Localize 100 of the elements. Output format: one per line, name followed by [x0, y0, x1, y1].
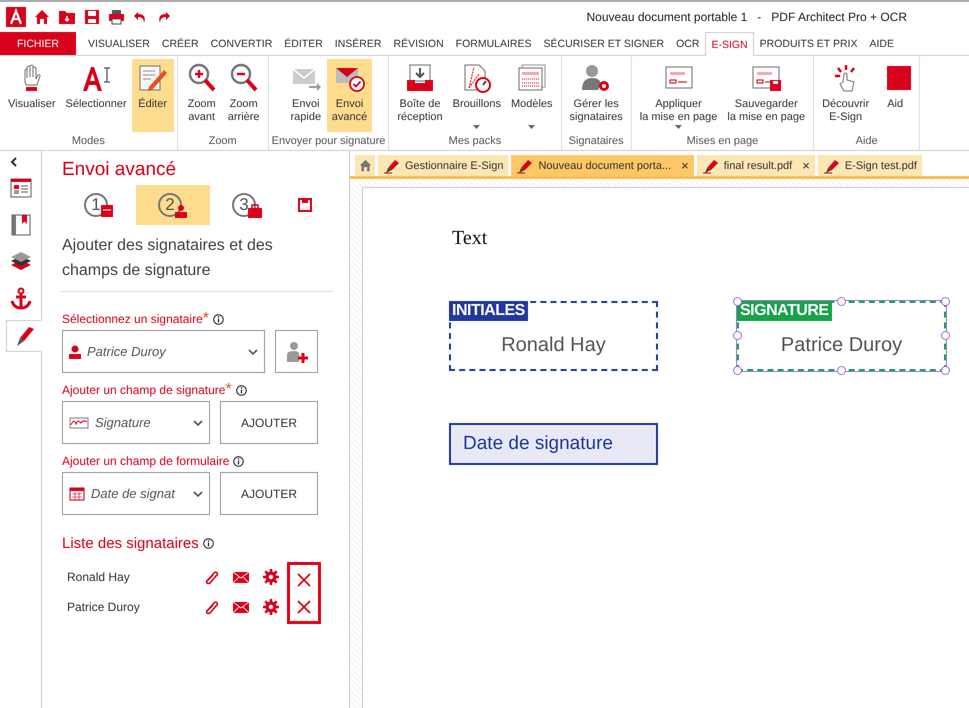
ribbon-group-label: Mes packs — [448, 134, 502, 149]
add-button[interactable]: AJOUTER — [220, 472, 318, 515]
ribbon-button[interactable]: Visualiser — [3, 59, 60, 132]
ribbon-button[interactable]: Sauvegarder la mise en page — [722, 59, 810, 132]
close-icon[interactable] — [297, 600, 311, 614]
menu-tab[interactable]: FICHIER — [0, 32, 76, 55]
ribbon-button[interactable]: Envoi rapide — [284, 59, 327, 132]
placed-field[interactable]: INITIALES Ronald Hay — [449, 301, 658, 371]
menu-tab[interactable]: INSÉRER — [328, 32, 388, 55]
ribbon-group-label: Mises en page — [686, 134, 758, 149]
info-icon[interactable] — [233, 456, 244, 466]
required-mark: * — [225, 383, 232, 397]
home-icon — [358, 159, 372, 172]
menu-tab[interactable]: PRODUITS ET PRIX — [754, 32, 864, 55]
pages-icon — [8, 176, 32, 200]
ribbon-button[interactable]: Aid — [874, 59, 916, 132]
mail-icon[interactable] — [233, 572, 249, 582]
resize-handle[interactable] — [733, 366, 742, 375]
resize-handle[interactable] — [733, 331, 742, 340]
resize-handle[interactable] — [941, 331, 950, 340]
panel-title: Envoi avancé — [62, 159, 178, 181]
menu-tab[interactable]: VISUALISER — [82, 32, 156, 55]
ribbon-button[interactable]: Boîte de réception — [392, 59, 448, 132]
info-icon[interactable] — [202, 538, 214, 549]
collapse-icon[interactable] — [10, 157, 18, 167]
settings-icon[interactable] — [263, 599, 279, 615]
menu-tab[interactable]: RÉVISION — [387, 32, 450, 55]
close-tab-button[interactable]: × — [681, 158, 689, 173]
chevron-down-icon — [193, 490, 203, 496]
mail-icon[interactable] — [233, 602, 249, 612]
ribbon-group-label: Signataires — [568, 134, 624, 149]
resize-handle[interactable] — [836, 297, 846, 306]
save-icon[interactable] — [298, 198, 312, 212]
dropdown-field[interactable]: Patrice Duroy — [62, 330, 265, 373]
menu-tab[interactable]: ÉDITER — [278, 32, 329, 55]
menu-tab[interactable]: OCR — [670, 32, 706, 55]
dropdown-field[interactable]: Signature — [62, 401, 210, 444]
add-signer-button[interactable] — [275, 330, 318, 373]
pen-icon — [702, 158, 720, 174]
document-tab[interactable]: Nouveau document porta... × — [511, 155, 694, 176]
ribbon-button[interactable]: Éditer — [132, 59, 174, 132]
info-icon[interactable] — [236, 384, 247, 396]
step-button[interactable]: 2 — [136, 185, 210, 225]
resize-handle[interactable] — [941, 366, 950, 375]
step-button[interactable]: 3 — [210, 185, 284, 225]
ribbon-group-label: Aide — [856, 134, 878, 149]
document-icon — [100, 204, 114, 218]
document-tab[interactable]: final result.pdf × — [696, 155, 815, 176]
add-button[interactable]: AJOUTER — [220, 401, 318, 444]
window-title: Nouveau document portable 1 - PDF Architect Pro + OCR — [586, 10, 907, 24]
ribbon-button[interactable]: Envoi avancé — [326, 59, 372, 132]
resize-handle[interactable] — [733, 297, 742, 306]
save-icon[interactable] — [84, 9, 100, 25]
resize-handle[interactable] — [836, 366, 846, 375]
chevron-down-icon — [193, 420, 203, 426]
ribbon-group-label: Modes — [72, 134, 105, 149]
ribbon-button[interactable]: Brouillons — [448, 59, 506, 132]
document-tab[interactable]: Gestionnaire E-Sign — [378, 155, 508, 176]
menu-tab[interactable]: CONVERTIR — [204, 32, 278, 55]
folder-icon[interactable] — [58, 9, 76, 25]
menu-tab[interactable]: FORMULAIRES — [450, 32, 538, 55]
field-signer-name: Ronald Hay — [501, 334, 606, 356]
field-label: Sélectionnez un signataire — [62, 312, 203, 326]
print-icon[interactable] — [108, 9, 125, 25]
field-label: Ajouter un champ de formulaire — [62, 454, 230, 468]
menu-tab[interactable]: CRÉER — [156, 32, 205, 55]
person-icon — [174, 204, 188, 218]
document-tab[interactable]: E-Sign test.pdf — [818, 155, 922, 176]
resize-handle[interactable] — [941, 297, 950, 306]
step-button[interactable]: 1 — [62, 185, 136, 225]
add-person-icon — [286, 340, 308, 362]
home-tab[interactable] — [355, 155, 375, 176]
list-title: Liste des signataires — [62, 535, 199, 552]
menu-tab[interactable]: AIDE — [863, 32, 900, 55]
paperclip-icon[interactable] — [203, 599, 219, 615]
bookmark-icon — [8, 213, 32, 237]
field-label: Ajouter un champ de signature — [62, 383, 226, 397]
info-icon[interactable] — [213, 314, 224, 324]
tab-label: final result.pdf — [724, 160, 792, 172]
close-icon[interactable] — [297, 572, 311, 586]
date-field[interactable]: Date de signature — [449, 423, 658, 465]
dropdown-field[interactable]: Date de signat — [62, 472, 210, 515]
menu-tab[interactable]: E-SIGN — [705, 32, 754, 56]
paperclip-icon[interactable] — [203, 569, 219, 585]
ribbon-button[interactable]: Appliquer la mise en page — [634, 59, 722, 132]
settings-icon[interactable] — [263, 569, 279, 585]
home-icon[interactable] — [34, 9, 50, 25]
menu-tab[interactable]: SÉCURISER ET SIGNER — [538, 32, 670, 55]
ribbon-group-label: Zoom — [208, 134, 237, 149]
tab-label: E-Sign test.pdf — [844, 160, 917, 172]
tab-label: Gestionnaire E-Sign — [405, 160, 504, 172]
ribbon-button[interactable]: Découvrir E-Sign — [817, 59, 874, 132]
person-icon — [69, 344, 81, 358]
ribbon-button[interactable]: Zoom arrière — [222, 59, 265, 132]
app-logo-icon[interactable] — [6, 7, 26, 27]
ribbon-button[interactable]: Zoom avant — [180, 59, 223, 132]
ribbon-button[interactable]: Modèles — [506, 59, 558, 132]
close-tab-button[interactable]: × — [802, 158, 810, 173]
ribbon-button[interactable]: Gérer les signataires — [564, 59, 628, 132]
ribbon-button[interactable]: Sélectionner — [60, 59, 132, 132]
